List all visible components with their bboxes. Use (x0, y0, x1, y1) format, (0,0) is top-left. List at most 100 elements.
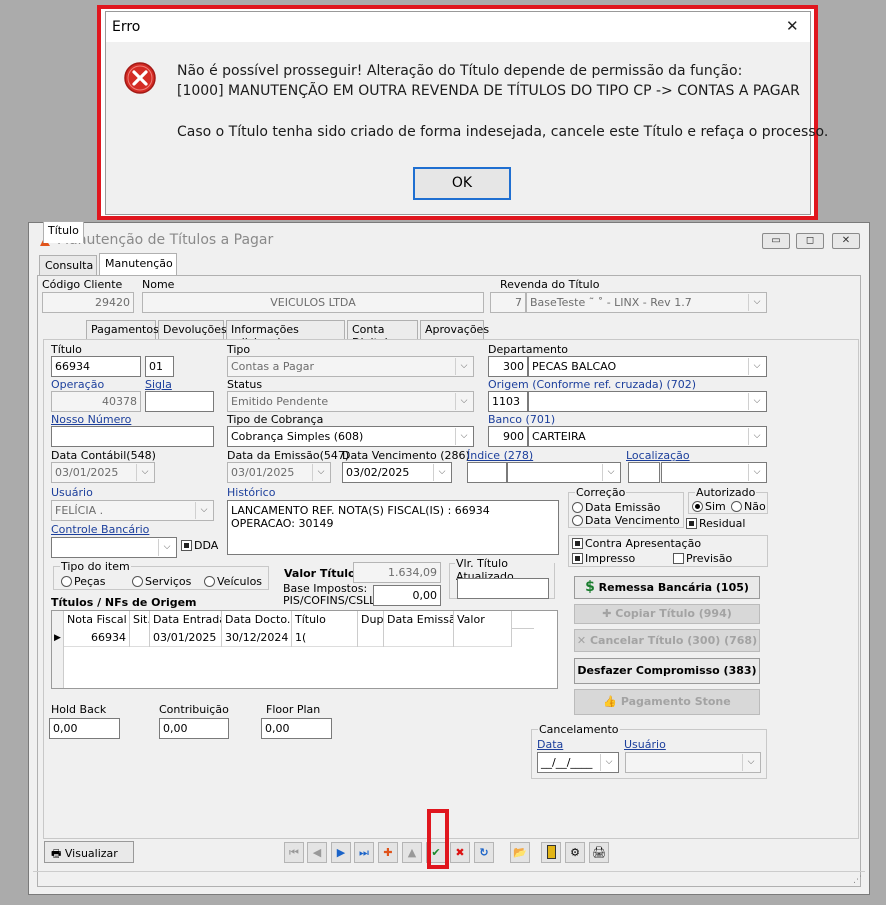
last-record-button[interactable]: ⏭ (354, 842, 374, 863)
subtab-devolucoes[interactable]: Devoluções (158, 320, 227, 339)
autorizado-sim-radio[interactable]: Sim (692, 500, 726, 513)
pagamento-stone-button[interactable]: 👍 Pagamento Stone (574, 689, 760, 715)
cancel-usuario-select[interactable]: ⌵ (625, 752, 761, 773)
close-icon[interactable]: ✕ (786, 17, 799, 35)
impresso-checkbox[interactable]: Impresso (572, 552, 635, 565)
previsao-checkbox[interactable]: Previsão (673, 552, 732, 565)
revenda-select-value: BaseTeste ˜ ˚ - LINX - Rev 1.7 (530, 296, 692, 309)
table-row[interactable]: 66934 03/01/2025 30/12/2024 1( (64, 629, 512, 647)
autorizado-nao-radio[interactable]: Não (731, 500, 766, 513)
tipo-item-servicos-radio[interactable]: Serviços (132, 575, 191, 588)
grid-header-cell[interactable]: Data Emissão (384, 611, 454, 629)
grid-header-cell[interactable]: Sit. (130, 611, 150, 629)
prev-record-button[interactable]: ◀ (307, 842, 327, 863)
residual-checkbox[interactable]: Residual (686, 517, 745, 530)
chevron-down-icon: ⌵ (433, 464, 450, 481)
base-impostos-field[interactable]: 0,00 (373, 585, 441, 606)
desfazer-compromisso-button[interactable]: Desfazer Compromisso (383) (574, 658, 760, 684)
indice-label: Índice (278) (467, 449, 534, 462)
banco-code-field[interactable]: 900 (488, 426, 528, 447)
maximize-button[interactable]: ◻ (796, 233, 824, 249)
origem-code-field[interactable]: 1103 (488, 391, 528, 412)
tab-consulta[interactable]: Consulta (39, 255, 97, 275)
grid-header-cell[interactable]: Data Docto. (222, 611, 292, 629)
cancel-data-field[interactable]: __/__/____ ⌵ (537, 752, 619, 773)
subtab-aprovacoes[interactable]: Aprovações (420, 320, 489, 339)
codigo-cliente-field[interactable]: 29420 (42, 292, 134, 313)
indice-code-field[interactable] (467, 462, 507, 483)
contribuicao-field[interactable]: 0,00 (159, 718, 229, 739)
open-folder-button[interactable]: 📂 (510, 842, 530, 863)
contra-apresentacao-checkbox[interactable]: Contra Apresentação (572, 537, 701, 550)
data-emissao-field[interactable]: 03/01/2025 ⌵ (227, 462, 331, 483)
data-vencimento-field[interactable]: 03/02/2025 ⌵ (342, 462, 452, 483)
departamento-select[interactable]: PECAS BALCAO ⌵ (528, 356, 767, 377)
hold-back-field[interactable]: 0,00 (49, 718, 120, 739)
vlr-atualizado-field[interactable] (457, 578, 549, 599)
usuario-select[interactable]: FELÍCIA . ⌵ (51, 500, 214, 521)
sigla-field[interactable] (145, 391, 214, 412)
first-record-button[interactable]: ⏮ (284, 842, 304, 863)
print-button[interactable]: 🖨 (589, 842, 609, 863)
exit-door-button[interactable] (541, 842, 561, 863)
revenda-num-field[interactable]: 7 (490, 292, 526, 313)
grid-header-cell[interactable]: Data Entrada (150, 611, 222, 629)
next-record-button[interactable]: ▶ (331, 842, 351, 863)
insert-record-button[interactable]: ✚ (378, 842, 398, 863)
subtab-pagamentos[interactable]: Pagamentos (86, 320, 159, 339)
revenda-select[interactable]: BaseTeste ˜ ˚ - LINX - Rev 1.7 ⌵ (526, 292, 767, 313)
minimize-button[interactable]: ▭ (762, 233, 790, 249)
refresh-button[interactable]: ↻ (474, 842, 494, 863)
cancel-record-button[interactable]: ✖ (450, 842, 470, 863)
nosso-numero-label: Nosso Número (51, 413, 132, 426)
nome-field[interactable]: VEICULOS LTDA (142, 292, 484, 313)
departamento-label: Departamento (488, 343, 569, 356)
cancelar-titulo-button[interactable]: ✕ Cancelar Título (300) (768) (574, 629, 760, 652)
copiar-titulo-button[interactable]: ✚ Copiar Título (994) (574, 604, 760, 624)
tipo-item-veiculos-radio[interactable]: Veículos (204, 575, 262, 588)
subtab-titulo[interactable]: Título (43, 221, 84, 243)
remessa-bancaria-label: Remessa Bancária (105) (598, 581, 749, 594)
visualizar-button[interactable]: 🖶 Visualizar (44, 841, 134, 863)
delete-record-button[interactable]: ▲ (402, 842, 422, 863)
valor-titulo-field[interactable]: 1.634,09 (353, 562, 441, 583)
titulo-seq-field[interactable]: 01 (145, 356, 174, 377)
historico-textarea[interactable]: LANCAMENTO REF. NOTA(S) FISCAL(IS) : 669… (227, 500, 559, 555)
floor-plan-field[interactable]: 0,00 (261, 718, 332, 739)
tab-manutencao[interactable]: Manutenção (99, 253, 177, 275)
data-contabil-field[interactable]: 03/01/2025 ⌵ (51, 462, 155, 483)
origem-select[interactable]: ⌵ (528, 391, 767, 412)
tipo-select[interactable]: Contas a Pagar ⌵ (227, 356, 474, 377)
grid-header-cell[interactable]: Título (292, 611, 358, 629)
dialog-title: Erro (112, 19, 141, 35)
close-window-button[interactable]: ✕ (832, 233, 860, 249)
banco-select[interactable]: CARTEIRA ⌵ (528, 426, 767, 447)
status-select[interactable]: Emitido Pendente ⌵ (227, 391, 474, 412)
subtab-conta-digital[interactable]: Conta Digital (347, 320, 418, 349)
controle-bancario-select[interactable]: ⌵ (51, 537, 177, 558)
dialog-message-line3: Caso o Título tenha sido criado de forma… (177, 124, 829, 140)
departamento-code-field[interactable]: 300 (488, 356, 528, 377)
tipo-cobranca-select[interactable]: Cobrança Simples (608) ⌵ (227, 426, 474, 447)
confirm-highlight-box (427, 809, 449, 869)
grid-header-cell[interactable]: Valor (454, 611, 512, 629)
localizacao-code-field[interactable] (628, 462, 660, 483)
ok-button[interactable]: OK (413, 167, 511, 200)
tipo-value: Contas a Pagar (231, 360, 315, 373)
indice-select[interactable]: ⌵ (507, 462, 621, 483)
remessa-bancaria-button[interactable]: $ Remessa Bancária (105) (574, 576, 760, 599)
correcao-data-vencimento-radio[interactable]: Data Vencimento (572, 514, 680, 527)
subtab-informacoes[interactable]: Informações adicionais (226, 320, 345, 349)
checkbox-checked-icon (686, 518, 697, 529)
tipo-item-pecas-radio[interactable]: Peças (61, 575, 106, 588)
grid-header-cell[interactable]: Dup (358, 611, 384, 629)
dda-checkbox[interactable]: DDA (181, 539, 218, 552)
operacao-field[interactable]: 40378 (51, 391, 141, 412)
correcao-group: Correção Data Emissão Data Vencimento (568, 486, 684, 528)
titulo-field[interactable]: 66934 (51, 356, 141, 377)
correcao-data-emissao-radio[interactable]: Data Emissão (572, 501, 660, 514)
grid-header-cell[interactable]: Nota Fiscal (64, 611, 130, 629)
nosso-numero-field[interactable] (51, 426, 214, 447)
localizacao-select[interactable]: ⌵ (661, 462, 767, 483)
config-button[interactable]: ⚙ (565, 842, 585, 863)
